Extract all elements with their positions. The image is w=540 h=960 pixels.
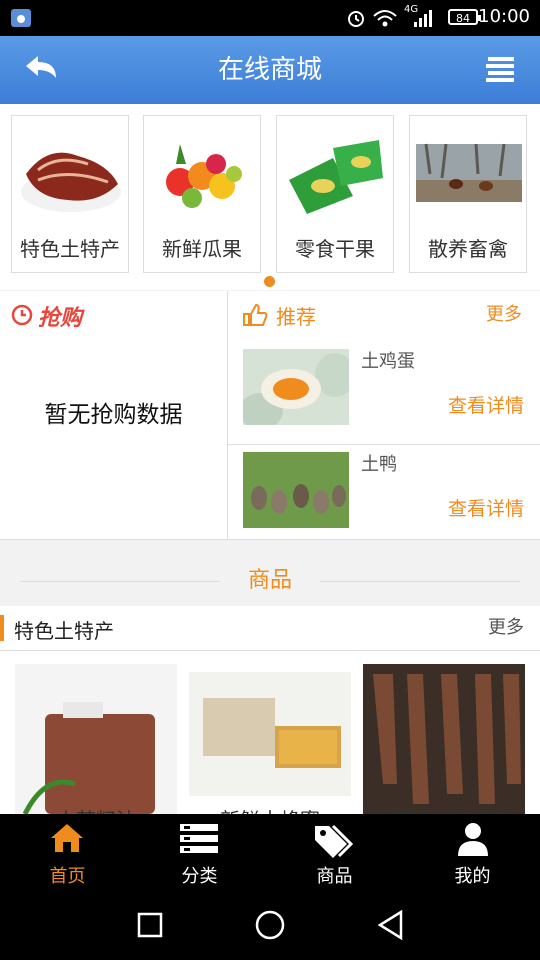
carousel-page-indicator bbox=[264, 276, 275, 287]
poultry-image bbox=[416, 143, 522, 202]
ducks-image bbox=[243, 452, 349, 528]
signal-icon bbox=[414, 10, 432, 27]
accent-marker bbox=[0, 615, 4, 641]
product-category-bar: 特色土特产 更多 bbox=[0, 606, 540, 651]
app-notification-icon bbox=[11, 9, 31, 27]
wifi-icon bbox=[373, 10, 397, 27]
category-tile-specialty[interactable]: 特色土特产 bbox=[11, 115, 129, 273]
specialty-image bbox=[21, 152, 121, 212]
nav-home[interactable]: 首页 bbox=[0, 814, 135, 892]
promo-panel: 抢购 暂无抢购数据 推荐 更多 土鸡蛋 查看详情 土鸭 查看详情 bbox=[0, 291, 540, 540]
clock: 10:00 bbox=[478, 6, 530, 27]
category-label: 特色土特产 bbox=[20, 237, 120, 261]
nav-category[interactable]: 分类 bbox=[132, 814, 267, 892]
category-tile-poultry[interactable]: 散养畜禽 bbox=[409, 115, 527, 273]
app-header: 在线商城 bbox=[0, 36, 540, 104]
recommend-item[interactable]: 土鸭 查看详情 bbox=[228, 444, 540, 547]
view-details-link[interactable]: 查看详情 bbox=[448, 494, 524, 521]
home-icon bbox=[51, 824, 83, 852]
nav-label: 首页 bbox=[49, 866, 86, 887]
recommend-title: 推荐 bbox=[276, 305, 316, 329]
product-category-title: 特色土特产 bbox=[14, 619, 114, 643]
product-card[interactable]: 新鲜土蜂蜜 bbox=[189, 664, 351, 832]
recent-apps-icon[interactable] bbox=[136, 911, 164, 939]
snacks-image bbox=[289, 140, 383, 214]
oil-image bbox=[15, 664, 177, 814]
page-title: 在线商城 bbox=[217, 55, 322, 85]
nav-products[interactable]: 商品 bbox=[267, 814, 402, 892]
honey-image bbox=[189, 672, 351, 796]
user-icon bbox=[458, 823, 488, 856]
recommend-item[interactable]: 土鸡蛋 查看详情 bbox=[228, 341, 540, 445]
recommend-more-link[interactable]: 更多 bbox=[486, 300, 522, 326]
fruit-image bbox=[166, 144, 242, 208]
flash-sale-title: 抢购 bbox=[38, 306, 83, 331]
thumbs-up-icon bbox=[243, 303, 268, 326]
battery-indicator: 84 bbox=[448, 9, 481, 25]
product-more-link[interactable]: 更多 bbox=[488, 613, 524, 639]
product-card[interactable]: 湘西土特产腊肉 bbox=[363, 664, 525, 832]
product-card[interactable]: 山茶籽油 bbox=[15, 664, 177, 832]
nav-label: 分类 bbox=[181, 866, 218, 887]
section-title: 商品 bbox=[247, 568, 292, 593]
recommend-item-name: 土鸭 bbox=[361, 454, 397, 475]
flash-sale-empty: 暂无抢购数据 bbox=[44, 402, 183, 428]
view-details-link[interactable]: 查看详情 bbox=[448, 391, 524, 418]
nav-label: 我的 bbox=[454, 866, 491, 887]
menu-icon[interactable] bbox=[484, 54, 516, 84]
eggs-image bbox=[243, 349, 349, 425]
back-triangle-icon[interactable] bbox=[376, 909, 406, 941]
nav-label: 商品 bbox=[316, 866, 353, 887]
home-circle-icon[interactable] bbox=[254, 909, 286, 941]
system-nav-bar bbox=[0, 892, 540, 960]
bottom-nav: 首页 分类 商品 我的 bbox=[0, 814, 540, 892]
tag-icon bbox=[315, 824, 353, 858]
alarm-icon bbox=[348, 11, 364, 27]
nav-profile[interactable]: 我的 bbox=[405, 814, 540, 892]
category-label: 散养畜禽 bbox=[428, 237, 508, 261]
recommend-item-name: 土鸡蛋 bbox=[361, 351, 415, 372]
status-bar: 4G 84 10:00 bbox=[0, 0, 540, 36]
category-label: 零食干果 bbox=[295, 237, 375, 261]
category-label: 新鲜瓜果 bbox=[162, 237, 242, 261]
category-tile-snacks[interactable]: 零食干果 bbox=[276, 115, 394, 273]
products-section-header: 商品 bbox=[0, 556, 540, 606]
category-carousel: 特色土特产 新鲜瓜果 零食干果 散养畜禽 bbox=[0, 104, 540, 290]
alarm-clock-icon bbox=[11, 304, 33, 326]
cured-meat-image bbox=[363, 664, 525, 814]
product-list: 特色土特产 更多 山茶籽油 新鲜土蜂蜜 湘西土特产腊肉 bbox=[0, 606, 540, 832]
list-icon bbox=[180, 824, 218, 853]
category-tile-fruit[interactable]: 新鲜瓜果 bbox=[143, 115, 261, 273]
